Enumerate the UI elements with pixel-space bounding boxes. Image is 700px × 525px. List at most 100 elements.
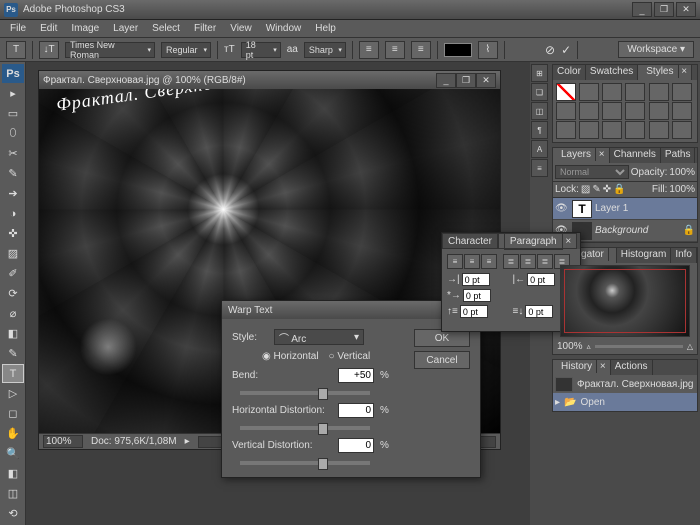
move-tool[interactable]: ▸ [2,84,24,103]
menu-edit[interactable]: Edit [34,21,63,36]
space-after-input[interactable] [525,305,553,318]
align-left-btn[interactable]: ≡ [447,254,463,269]
zoom-field[interactable]: 100% [43,435,83,448]
tab-channels[interactable]: Channels [610,148,661,163]
healing-tool[interactable]: ➔ [2,184,24,203]
style-swatch[interactable] [672,121,692,139]
zoom-slider[interactable] [595,345,683,348]
zoom-in-icon[interactable]: △ [687,342,693,351]
stamp-tool[interactable]: ✜ [2,224,24,243]
font-family-select[interactable]: Times New Roman [65,42,155,58]
lock-move-icon[interactable]: ✜ [603,184,611,195]
history-brush-icon[interactable]: ▸ [555,397,560,408]
hand-tool[interactable]: ✋ [2,424,24,443]
menu-select[interactable]: Select [146,21,186,36]
vdist-slider[interactable] [240,461,370,465]
style-select[interactable]: ⌒ Arc▾ [274,329,364,345]
eraser-tool[interactable]: ✐ [2,264,24,283]
align-center-btn[interactable]: ≡ [464,254,480,269]
indent-right-input[interactable] [527,273,555,286]
history-step[interactable]: ▸ 📂 Open [553,393,697,411]
tab-paths[interactable]: Paths [661,148,696,163]
hdist-input[interactable] [338,403,374,418]
screenmode-button[interactable]: ⟲ [2,504,24,523]
vdist-input[interactable] [338,438,374,453]
tab-swatches[interactable]: Swatches [586,65,638,80]
text-orientation-button[interactable]: ↓T [39,41,59,59]
bend-slider[interactable] [240,391,370,395]
lasso-tool[interactable]: ⬯ [2,124,24,143]
side-tab-1[interactable]: ⊞ [531,64,548,82]
cancel-edits-icon[interactable]: ⊘ [545,43,555,57]
style-swatch[interactable] [602,83,622,101]
text-color-swatch[interactable] [444,43,472,57]
tab-info[interactable]: Info [671,248,697,263]
style-swatch[interactable] [579,121,599,139]
font-style-select[interactable]: Regular [161,42,211,58]
style-swatch[interactable] [625,102,645,120]
style-swatch[interactable] [625,121,645,139]
indent-left-input[interactable] [462,273,490,286]
tab-actions[interactable]: Actions [611,360,653,375]
tab-histogram[interactable]: Histogram [617,248,672,263]
layer-row-1[interactable]: 👁 T Layer 1 [553,198,697,220]
navigator-viewbox[interactable] [564,269,686,333]
doc-maximize-button[interactable]: ❐ [456,73,476,88]
eyedropper-tool[interactable]: ✎ [2,164,24,183]
menu-window[interactable]: Window [260,21,308,36]
justify-right-btn[interactable]: ≣ [537,254,553,269]
minimize-button[interactable]: _ [632,2,652,17]
brush-tool[interactable]: ◑ [2,204,24,223]
font-size-select[interactable]: 18 pt [241,42,281,58]
commit-edits-icon[interactable]: ✓ [561,43,571,57]
type-tool[interactable]: T [2,364,24,383]
horizontal-radio[interactable]: ◉ Horizontal [262,351,319,362]
fill-value[interactable]: 100% [669,184,695,195]
path-select-tool[interactable]: ▷ [2,384,24,403]
blend-mode-select[interactable]: Normal [555,165,629,179]
doc-close-button[interactable]: ✕ [476,73,496,88]
marquee-tool[interactable]: ▭ [2,104,24,123]
maximize-button[interactable]: ❐ [654,2,674,17]
style-swatch[interactable] [556,102,576,120]
document-titlebar[interactable]: Фрактал. Сверхновая.jpg @ 100% (RGB/8#) … [39,71,500,89]
indent-first-input[interactable] [463,289,491,302]
layer-name[interactable]: Background [595,225,648,236]
style-swatch[interactable] [556,83,576,101]
space-before-input[interactable] [460,305,488,318]
cancel-button[interactable]: Cancel [414,351,470,369]
style-swatch[interactable] [579,83,599,101]
antialias-select[interactable]: Sharp [304,42,346,58]
align-right-button[interactable]: ≡ [411,41,431,59]
dodge-tool[interactable]: ◧ [2,324,24,343]
style-swatch[interactable] [602,102,622,120]
menu-layer[interactable]: Layer [107,21,144,36]
crop-tool[interactable]: ✂ [2,144,24,163]
style-swatch[interactable] [649,121,669,139]
side-tab-4[interactable]: ¶ [531,121,548,139]
style-swatch[interactable] [672,83,692,101]
workspace-button[interactable]: Workspace ▾ [618,41,694,58]
hdist-slider[interactable] [240,426,370,430]
tab-history[interactable]: History × [553,360,611,375]
warp-text-button[interactable]: ⌇ [478,41,498,59]
style-swatch[interactable] [672,102,692,120]
layer-name[interactable]: Layer 1 [595,203,628,214]
tab-styles[interactable]: Styles × [638,65,692,80]
style-swatch[interactable] [649,83,669,101]
history-brush-tool[interactable]: ▨ [2,244,24,263]
style-swatch[interactable] [649,102,669,120]
bend-input[interactable] [338,368,374,383]
vertical-radio[interactable]: ○ Vertical [329,351,371,362]
navigator-thumbnail[interactable] [560,265,690,337]
align-left-button[interactable]: ≡ [359,41,379,59]
pen-tool[interactable]: ✎ [2,344,24,363]
tab-character[interactable]: Character [442,233,498,249]
tab-color[interactable]: Color [553,65,586,80]
align-right-btn[interactable]: ≡ [481,254,497,269]
history-snapshot[interactable]: Фрактал. Сверхновая.jpg [553,375,697,393]
menu-view[interactable]: View [224,21,258,36]
side-tab-2[interactable]: ❏ [531,83,548,101]
nav-zoom-value[interactable]: 100% [557,341,583,352]
gradient-tool[interactable]: ⟳ [2,284,24,303]
